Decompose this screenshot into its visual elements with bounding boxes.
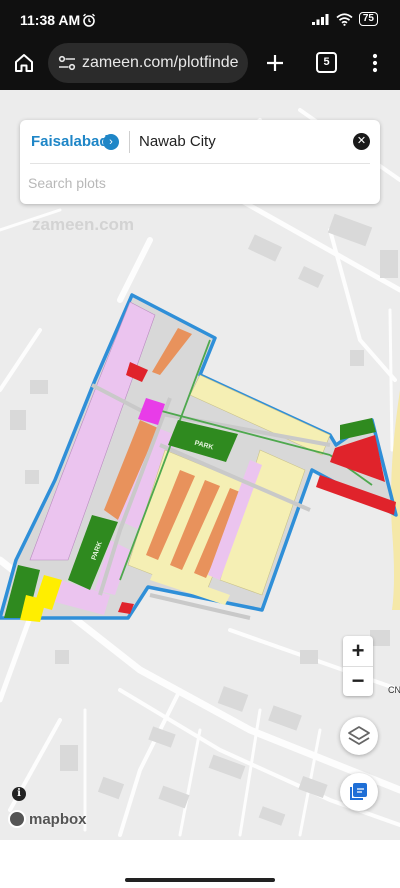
map-watermark: zameen.com <box>32 215 134 234</box>
battery-indicator: 75 <box>358 12 378 26</box>
zoom-controls: + − <box>343 636 373 696</box>
alarm-icon <box>83 13 95 27</box>
status-icons: 75 <box>311 12 378 26</box>
society-name[interactable]: Nawab City <box>139 133 216 150</box>
more-options-icon[interactable] <box>372 53 378 73</box>
map-canvas[interactable]: zameen.com PARK PARK CN Faisalabad › Naw… <box>0 90 400 840</box>
new-tab-icon[interactable] <box>265 53 285 73</box>
status-time: 11:38 AM <box>20 12 81 28</box>
search-plots-input[interactable] <box>26 168 370 198</box>
chevron-right-icon[interactable]: › <box>103 134 119 150</box>
layers-button[interactable] <box>340 717 378 755</box>
url-text: zameen.com/plotfinde <box>82 54 239 71</box>
mapbox-logo-icon <box>8 810 26 828</box>
map-edge-label: CN <box>388 685 400 695</box>
browser-toolbar: zameen.com/plotfinde 5 <box>0 40 400 90</box>
wifi-icon <box>336 12 353 26</box>
status-bar: 11:38 AM 75 <box>0 0 400 40</box>
city-selector[interactable]: Faisalabad <box>31 133 109 150</box>
copy-layer-icon <box>350 783 367 800</box>
card-divider-horizontal <box>30 163 370 164</box>
layers-icon <box>348 726 370 745</box>
zoom-out-button[interactable]: − <box>343 666 373 696</box>
site-settings-icon[interactable] <box>58 55 76 71</box>
url-bar[interactable]: zameen.com/plotfinde <box>48 43 248 83</box>
info-button[interactable]: i <box>12 787 26 801</box>
mapbox-logo[interactable]: mapbox <box>8 810 87 828</box>
mapbox-logo-text: mapbox <box>29 810 87 828</box>
tab-switcher-button[interactable]: 5 <box>316 52 337 73</box>
society-plot[interactable]: PARK PARK <box>0 293 398 622</box>
home-icon[interactable] <box>13 52 35 74</box>
plot-search-card: Faisalabad › Nawab City ✕ <box>20 120 380 204</box>
signal-icon <box>311 14 329 25</box>
card-divider <box>129 131 130 153</box>
map-style-button[interactable] <box>340 773 378 811</box>
home-indicator[interactable] <box>125 878 275 882</box>
zoom-in-button[interactable]: + <box>343 636 373 666</box>
clear-society-button[interactable]: ✕ <box>353 133 370 150</box>
